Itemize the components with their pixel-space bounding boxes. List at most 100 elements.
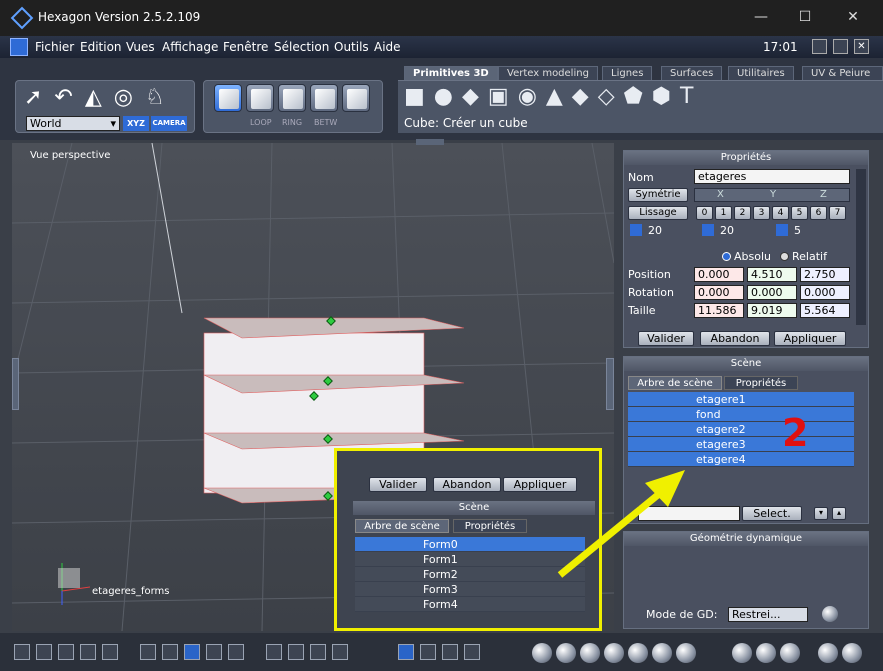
scene-item-fond[interactable]: fond (628, 407, 854, 422)
right-panel-handle[interactable] (606, 358, 614, 410)
face-mode-icon[interactable] (246, 84, 274, 112)
position-z-field[interactable]: 2.750 (800, 267, 850, 282)
zoom-extents-icon[interactable] (266, 644, 282, 660)
render-options-icon[interactable] (818, 643, 838, 663)
inset-tab-properties[interactable]: Propriétés (453, 519, 527, 533)
shaded-wire-sphere-icon[interactable] (556, 643, 576, 663)
smooth-level-3[interactable]: 3 (753, 206, 770, 220)
mdi-close-icon[interactable]: ✕ (854, 39, 869, 54)
auto-mode-icon[interactable] (342, 84, 370, 112)
inset-item-form4[interactable]: Form4 (355, 597, 585, 612)
size-x-field[interactable]: 11.586 (694, 303, 744, 318)
grid-2-icon[interactable] (206, 644, 222, 660)
minimize-icon[interactable]: — (738, 0, 784, 36)
segment-z-value[interactable]: 5 (794, 224, 801, 237)
smooth-level-4[interactable]: 4 (772, 206, 789, 220)
mdi-maximize-icon[interactable] (833, 39, 848, 54)
light-icon[interactable] (732, 643, 752, 663)
mdi-minimize-icon[interactable] (812, 39, 827, 54)
layout-quad-icon[interactable] (36, 644, 52, 660)
move-icon[interactable] (420, 644, 436, 660)
between-button[interactable]: BETW (314, 118, 337, 127)
ring-button[interactable]: RING (282, 118, 302, 127)
textured-sphere-icon[interactable] (628, 643, 648, 663)
scene-light-icon[interactable] (780, 643, 800, 663)
flat-sphere-icon[interactable] (580, 643, 600, 663)
environment-icon[interactable] (756, 643, 776, 663)
tab-lignes[interactable]: Lignes (602, 66, 653, 80)
rotation-z-field[interactable]: 0.000 (800, 285, 850, 300)
scene-select-button[interactable]: Select. (742, 506, 802, 521)
properties-apply-button[interactable]: Appliquer (774, 331, 846, 346)
rotation-y-field[interactable]: 0.000 (747, 285, 797, 300)
tab-primitives-3d[interactable]: Primitives 3D (404, 66, 498, 80)
smooth-level-1[interactable]: 1 (715, 206, 732, 220)
layout-split-h-icon[interactable] (58, 644, 74, 660)
grid-active-icon[interactable] (184, 644, 200, 660)
rotation-x-field[interactable]: 0.000 (694, 285, 744, 300)
menu-affichage[interactable]: Affichage (162, 40, 218, 54)
view-eye-icon[interactable] (332, 644, 348, 660)
smooth-level-7[interactable]: 7 (829, 206, 846, 220)
render-preview-icon[interactable] (842, 643, 862, 663)
layout-triple-icon[interactable] (102, 644, 118, 660)
scene-down-icon[interactable]: ▾ (814, 507, 828, 520)
inset-cancel-button[interactable]: Abandon (433, 477, 501, 492)
segment-x-value[interactable]: 20 (648, 224, 662, 237)
grid-icon[interactable] (140, 644, 156, 660)
left-panel-handle[interactable] (12, 358, 19, 410)
maximize-icon[interactable]: ☐ (782, 0, 828, 36)
symmetry-button[interactable]: Symétrie (628, 188, 688, 202)
vertex-mode-icon[interactable] (310, 84, 338, 112)
size-y-field[interactable]: 9.019 (747, 303, 797, 318)
object-mode-icon[interactable] (214, 84, 242, 112)
tab-utilitaires[interactable]: Utilitaires (728, 66, 794, 80)
loop-button[interactable]: LOOP (250, 118, 272, 127)
menu-vues[interactable]: Vues (126, 40, 155, 54)
pan-icon[interactable] (288, 644, 304, 660)
properties-scrollbar[interactable] (856, 169, 866, 325)
size-z-field[interactable]: 5.564 (800, 303, 850, 318)
tab-scene-tree[interactable]: Arbre de scène (628, 376, 722, 390)
scene-up-icon[interactable]: ▴ (832, 507, 846, 520)
axis-z[interactable]: Z (820, 189, 827, 200)
menu-selection[interactable]: Sélection (274, 40, 329, 54)
close-icon[interactable]: ✕ (830, 0, 876, 36)
menu-fichier[interactable]: Fichier (35, 40, 74, 54)
layout-split-v-icon[interactable] (80, 644, 96, 660)
absolute-radio[interactable] (722, 252, 731, 261)
smooth-level-5[interactable]: 5 (791, 206, 808, 220)
position-x-field[interactable]: 0.000 (694, 267, 744, 282)
tab-uv-peinture[interactable]: UV & Peiure (802, 66, 883, 80)
axis-x[interactable]: X (717, 189, 724, 200)
gd-sphere-icon[interactable] (822, 606, 838, 622)
name-field[interactable]: etageres (694, 169, 850, 184)
gd-mode-select[interactable]: Restrei... (728, 607, 808, 622)
render-sphere-icon[interactable] (676, 643, 696, 663)
top-panel-handle[interactable] (416, 139, 444, 145)
scene-item-etagere2[interactable]: etagere2 (628, 422, 854, 437)
menu-aide[interactable]: Aide (374, 40, 401, 54)
menu-fenetre[interactable]: Fenêtre (223, 40, 268, 54)
wireframe-sphere-icon[interactable] (532, 643, 552, 663)
properties-validate-button[interactable]: Valider (638, 331, 694, 346)
rotate-icon[interactable] (442, 644, 458, 660)
manipulator-icon[interactable] (398, 644, 414, 660)
zoom-icon[interactable] (310, 644, 326, 660)
edge-mode-icon[interactable] (278, 84, 306, 112)
smoothing-button[interactable]: Lissage (628, 206, 688, 220)
tab-vertex-modeling[interactable]: Vertex modeling (498, 66, 598, 80)
position-y-field[interactable]: 4.510 (747, 267, 797, 282)
hexagon-logo-icon[interactable] (10, 38, 28, 56)
layout-single-icon[interactable] (14, 644, 30, 660)
scene-item-etagere1[interactable]: etagere1 (628, 392, 854, 407)
properties-cancel-button[interactable]: Abandon (700, 331, 770, 346)
inset-validate-button[interactable]: Valider (369, 477, 427, 492)
snap-icon[interactable] (162, 644, 178, 660)
tab-surfaces[interactable]: Surfaces (661, 66, 723, 80)
segment-y-value[interactable]: 20 (720, 224, 734, 237)
camera-toggle[interactable]: CAMERA (151, 116, 187, 131)
material-sphere-icon[interactable] (652, 643, 672, 663)
smooth-sphere-icon[interactable] (604, 643, 624, 663)
relative-radio[interactable] (780, 252, 789, 261)
